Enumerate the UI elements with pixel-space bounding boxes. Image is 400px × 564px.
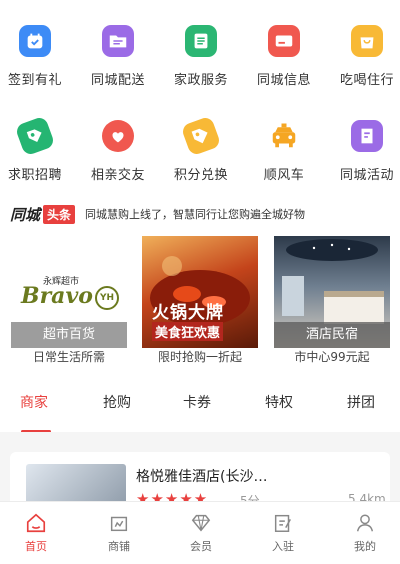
tab-group-buy[interactable]: 拼团	[347, 392, 375, 412]
merchant-name: 格悦雅佳酒店(长沙…	[136, 469, 268, 485]
ticker-badge: 头条	[43, 204, 76, 224]
shopping-bag-icon	[351, 25, 383, 57]
edit-icon	[272, 512, 294, 534]
promo-caption: 火锅大牌	[152, 303, 224, 323]
grid-item-points[interactable]: 积分兑换	[161, 115, 241, 183]
grid-item-food-travel[interactable]: 吃喝住行	[327, 25, 400, 88]
nav-label: 首页	[25, 540, 47, 553]
promo-subtitle: 日常生活所需	[32, 350, 105, 364]
user-icon	[354, 512, 376, 534]
ticker-text: 同城慧购上线了，智慧同行让您购遍全城好物	[85, 208, 306, 221]
grid-label: 同城活动	[339, 168, 394, 183]
taxi-icon	[268, 120, 300, 152]
grid-item-local-info[interactable]: 同城信息	[244, 25, 324, 88]
bottom-nav: 首页 商铺 会员 入驻 我的	[0, 501, 400, 564]
home-icon	[25, 512, 47, 534]
grid-label: 家政服务	[173, 73, 228, 88]
supermarket-logo: 永辉超市 Bravo YH	[21, 274, 121, 314]
tab-privileges[interactable]: 特权	[265, 392, 293, 412]
grid-item-dating[interactable]: 相亲交友	[78, 120, 158, 183]
nav-label: 我的	[354, 540, 376, 553]
grid-label: 顺风车	[263, 168, 305, 183]
grid-label: 求职招聘	[7, 168, 62, 183]
grid-item-housekeeping[interactable]: 家政服务	[161, 25, 241, 88]
promo-caption: 超市百货	[11, 322, 127, 348]
nav-label: 商铺	[108, 540, 130, 553]
grid-label: 签到有礼	[7, 73, 62, 88]
ticker-brand: 同城	[10, 205, 41, 224]
logo-line2: Bravo	[21, 283, 93, 309]
grid-item-checkin[interactable]: 签到有礼	[0, 25, 75, 88]
promo-hotpot[interactable]: 火锅大牌 美食狂欢惠	[142, 236, 258, 348]
grid-item-jobs[interactable]: 求职招聘	[0, 115, 75, 183]
service-row-2: 求职招聘 相亲交友 积分兑换 顺风车 同城活动	[0, 115, 400, 210]
nav-label: 会员	[190, 540, 212, 553]
folder-icon	[102, 25, 134, 57]
job-tag-icon	[14, 115, 56, 157]
promo-subtitle: 限时抢购一折起	[157, 350, 242, 364]
grid-item-events[interactable]: 同城活动	[327, 120, 400, 183]
headline-ticker[interactable]: 同城 头条 同城慧购上线了，智慧同行让您购遍全城好物	[0, 201, 400, 227]
tab-coupons[interactable]: 卡券	[183, 392, 211, 412]
calendar-check-icon	[19, 25, 51, 57]
grid-item-delivery[interactable]: 同城配送	[78, 25, 158, 88]
diamond-icon	[190, 512, 212, 534]
category-tabs: 商家 抢购 卡券 特权 拼团	[0, 392, 400, 433]
grid-label: 同城配送	[90, 73, 145, 88]
tab-merchants[interactable]: 商家	[20, 392, 48, 412]
tab-flash-sale[interactable]: 抢购	[103, 392, 131, 412]
promo-caption: 酒店民宿	[274, 322, 390, 348]
promo-hotel[interactable]: 酒店民宿	[274, 236, 390, 348]
nav-shops[interactable]: 商铺	[89, 512, 149, 554]
promo-supermarket[interactable]: 永辉超市 Bravo YH 超市百货	[11, 236, 127, 348]
promo-subtitle: 市中心99元起	[294, 350, 370, 364]
nav-home[interactable]: 首页	[6, 512, 66, 554]
nav-profile[interactable]: 我的	[335, 512, 395, 554]
grid-label: 同城信息	[256, 73, 311, 88]
logo-badge: YH	[95, 286, 119, 310]
grid-label: 吃喝住行	[339, 73, 394, 88]
document-list-icon	[185, 25, 217, 57]
flame-heart-icon	[102, 120, 134, 152]
card-icon	[268, 25, 300, 57]
grid-label: 相亲交友	[90, 168, 145, 183]
grid-label: 积分兑换	[173, 168, 228, 183]
tag-icon	[180, 115, 222, 157]
nav-join[interactable]: 入驻	[253, 512, 313, 554]
promo-caption2: 美食狂欢惠	[152, 322, 224, 341]
note-icon	[351, 120, 383, 152]
grid-item-carpool[interactable]: 顺风车	[244, 120, 324, 183]
nav-membership[interactable]: 会员	[171, 512, 231, 554]
service-row-1: 签到有礼 同城配送 家政服务 同城信息 吃喝住行	[0, 25, 400, 115]
nav-label: 入驻	[272, 540, 294, 553]
shop-icon	[108, 512, 130, 534]
